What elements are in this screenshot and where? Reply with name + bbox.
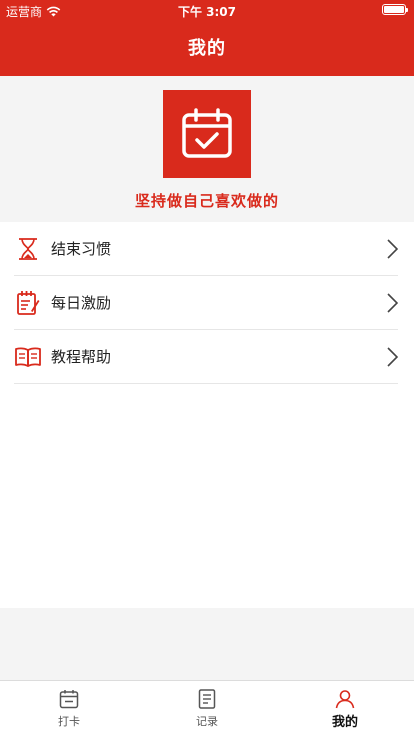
status-time: 下午 3:07 bbox=[177, 5, 237, 19]
tab-records[interactable]: 记录 bbox=[138, 681, 276, 736]
tab-label: 记录 bbox=[196, 715, 218, 728]
chevron-right-icon bbox=[387, 347, 398, 367]
notepad-icon bbox=[14, 289, 42, 317]
menu-item-daily-motivation[interactable]: 每日激励 bbox=[14, 276, 398, 330]
tab-bar: 打卡 记录 我的 bbox=[0, 680, 414, 736]
hourglass-icon bbox=[14, 235, 42, 263]
menu-item-label: 每日激励 bbox=[51, 294, 112, 312]
slogan-text: 坚持做自己喜欢做的 bbox=[134, 192, 279, 210]
menu-item-label: 结束习惯 bbox=[51, 240, 112, 258]
document-icon bbox=[198, 689, 216, 709]
menu-item-tutorial-help[interactable]: 教程帮助 bbox=[14, 330, 398, 384]
chevron-right-icon bbox=[387, 293, 398, 313]
battery-icon bbox=[382, 4, 408, 15]
tab-label: 我的 bbox=[331, 715, 358, 730]
status-bar: 运营商 下午 3:07 bbox=[0, 0, 414, 20]
calendar-check-icon bbox=[182, 108, 232, 158]
menu-item-end-habit[interactable]: 结束习惯 bbox=[14, 222, 398, 276]
profile-section: 坚持做自己喜欢做的 bbox=[0, 76, 414, 222]
app-logo bbox=[163, 90, 251, 178]
menu-item-label: 教程帮助 bbox=[51, 348, 112, 366]
person-icon bbox=[335, 690, 355, 709]
header: 运营商 下午 3:07 我的 bbox=[0, 0, 414, 76]
settings-menu: 结束习惯 每日激励 教程帮助 bbox=[0, 222, 414, 608]
page-title: 我的 bbox=[188, 38, 226, 59]
tab-label: 打卡 bbox=[58, 715, 80, 728]
tab-checkin[interactable]: 打卡 bbox=[0, 681, 138, 736]
tab-mine[interactable]: 我的 bbox=[276, 681, 414, 736]
calendar-icon bbox=[59, 690, 79, 709]
chevron-right-icon bbox=[387, 239, 398, 259]
book-icon bbox=[14, 343, 42, 371]
